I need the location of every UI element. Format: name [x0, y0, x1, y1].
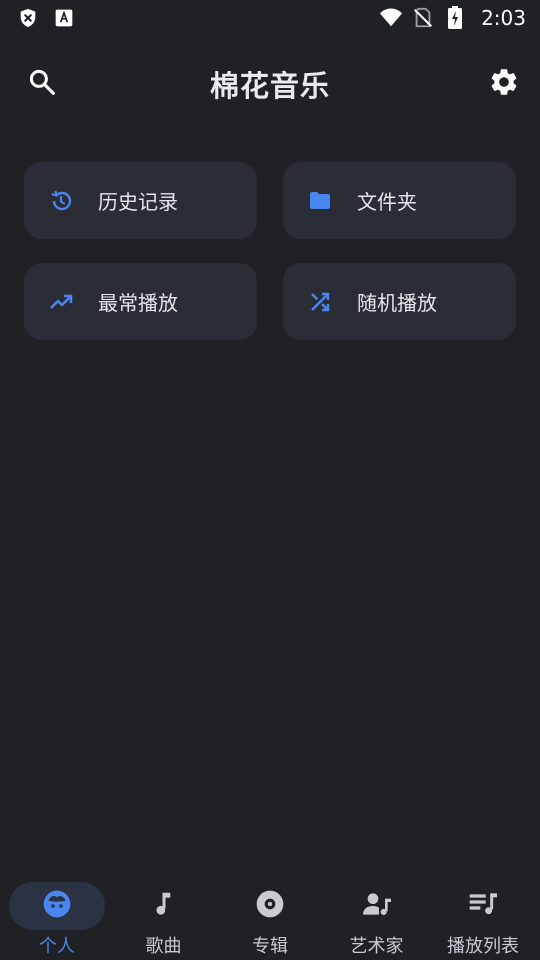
nav-pill-playlists: [435, 882, 531, 930]
nav-label-artists: 艺术家: [349, 936, 404, 957]
bottom-nav: 个人 歌曲 专辑 艺术家 播放列表: [0, 874, 540, 960]
search-button[interactable]: [22, 64, 62, 104]
status-right: 2:03: [379, 6, 526, 30]
nav-label-albums: 专辑: [252, 936, 288, 957]
shuffle-icon: [307, 289, 333, 315]
gear-icon: [488, 66, 520, 102]
playlist-icon: [467, 888, 499, 924]
music-note-icon: [149, 889, 179, 923]
settings-button[interactable]: [484, 64, 524, 104]
folder-icon: [307, 188, 333, 214]
status-bar: 2:03: [0, 0, 540, 36]
nav-label-playlists: 播放列表: [447, 936, 519, 957]
tile-history[interactable]: 历史记录: [24, 162, 257, 239]
nav-item-playlists[interactable]: 播放列表: [432, 874, 534, 960]
nav-item-artists[interactable]: 艺术家: [326, 874, 428, 960]
wifi-icon: [379, 6, 403, 30]
quick-access-grid: 历史记录 文件夹 最常播放 随机播放: [24, 162, 516, 340]
nav-pill-personal: [9, 882, 105, 930]
nav-label-personal: 个人: [39, 936, 75, 957]
tile-most-played[interactable]: 最常播放: [24, 263, 257, 340]
nav-item-albums[interactable]: 专辑: [219, 874, 321, 960]
status-time: 2:03: [481, 6, 526, 30]
nav-pill-artists: [329, 882, 425, 930]
nav-item-personal[interactable]: 个人: [6, 874, 108, 960]
shield-x-icon: [16, 6, 40, 30]
face-icon: [41, 888, 73, 924]
search-icon: [27, 67, 57, 101]
trending-up-icon: [48, 289, 74, 315]
text-a-icon: [52, 6, 76, 30]
tile-folder[interactable]: 文件夹: [283, 162, 516, 239]
no-sim-icon: [411, 6, 435, 30]
history-icon: [48, 188, 74, 214]
artist-icon: [361, 888, 393, 924]
nav-label-songs: 歌曲: [145, 936, 182, 957]
tile-folder-label: 文件夹: [357, 190, 417, 214]
status-left: [16, 6, 76, 30]
album-icon: [254, 888, 286, 924]
nav-pill-albums: [222, 882, 318, 930]
tile-shuffle-label: 随机播放: [357, 291, 437, 315]
nav-item-songs[interactable]: 歌曲: [113, 874, 215, 960]
nav-pill-songs: [116, 882, 212, 930]
app-bar: 棉花音乐: [0, 56, 540, 112]
tile-shuffle[interactable]: 随机播放: [283, 263, 516, 340]
tile-history-label: 历史记录: [98, 190, 178, 214]
battery-charging-icon: [443, 6, 467, 30]
app-title: 棉花音乐: [209, 69, 330, 103]
tile-most-played-label: 最常播放: [98, 291, 178, 315]
